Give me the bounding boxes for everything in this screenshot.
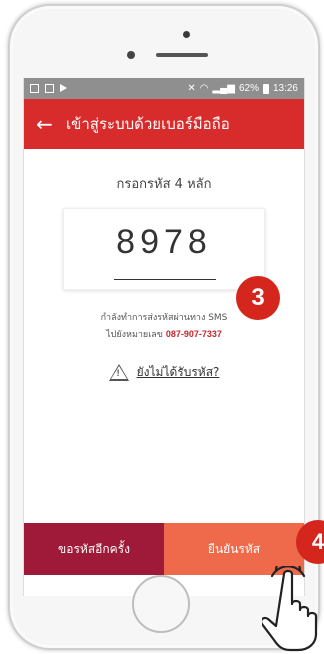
tap-hand-icon [262, 566, 318, 652]
sms-notice-line2: ไปยังหมายเลข 087-907-7337 [24, 326, 304, 343]
clock: 13:26 [272, 83, 298, 94]
warning-icon: ! [108, 364, 129, 381]
not-received-label[interactable]: ยังไม่ได้รับรหัส? [137, 363, 220, 382]
otp-code-field[interactable]: 8978 [64, 209, 264, 262]
battery-icon [262, 83, 269, 94]
otp-input-card[interactable]: 8978 [63, 208, 265, 290]
front-camera [127, 51, 135, 59]
sms-notice-prefix: ไปยังหมายเลข [106, 330, 163, 340]
not-received-link[interactable]: ! ยังไม่ได้รับรหัส? [24, 363, 304, 382]
phone-screen: ✕ ◠ ▂▄▆ 62% 13:26 ← เข้าสู่ระบบด้วยเบอร์… [23, 78, 305, 596]
otp-prompt: กรอกรหัส 4 หลัก [116, 177, 212, 192]
earpiece-speaker [156, 53, 208, 57]
battery-percent: 62% [238, 83, 259, 94]
status-bar: ✕ ◠ ▂▄▆ 62% 13:26 [24, 78, 304, 99]
signal-icon: ▂▄▆ [212, 83, 235, 94]
mail-icon [45, 84, 54, 93]
mute-icon: ✕ [187, 83, 196, 94]
play-store-icon [60, 84, 67, 92]
wifi-icon: ◠ [199, 83, 209, 94]
request-code-again-button[interactable]: ขอรหัสอีกครั้ง [24, 523, 164, 575]
gallery-icon [30, 84, 39, 93]
home-button[interactable] [132, 575, 190, 633]
sensor-dot [183, 31, 190, 38]
input-underline [114, 279, 216, 280]
step-3-badge: 3 [236, 276, 280, 320]
app-bar: ← เข้าสู่ระบบด้วยเบอร์มือถือ [24, 99, 304, 149]
page-title: เข้าสู่ระบบด้วยเบอร์มือถือ [66, 115, 230, 133]
back-arrow-icon[interactable]: ← [36, 112, 66, 136]
phone-number: 087-907-7337 [165, 329, 222, 339]
otp-content: กรอกรหัส 4 หลัก 8978 กำลังทำการส่งรหัสผ่… [24, 149, 304, 575]
